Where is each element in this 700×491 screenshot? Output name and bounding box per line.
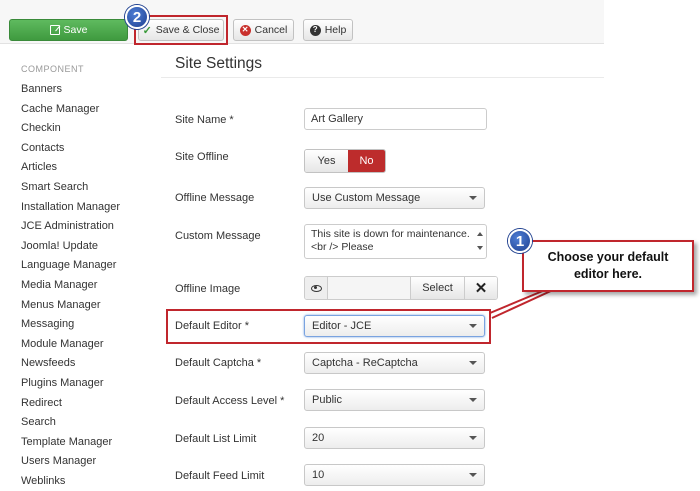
eye-icon [310, 284, 322, 292]
save-button[interactable]: Save [9, 19, 128, 41]
sidebar-menu: Banners Cache Manager Checkin Contacts A… [21, 80, 120, 491]
default-editor-highlight-box [166, 309, 491, 344]
step-2-badge: 2 [125, 5, 149, 29]
site-offline-toggle: Yes No [304, 149, 386, 173]
sidebar-item-menus-manager[interactable]: Menus Manager [21, 296, 120, 316]
help-icon: ? [309, 24, 321, 36]
title-divider [161, 77, 604, 78]
cancel-button-label: Cancel [254, 24, 288, 36]
default-feed-limit-label: Default Feed Limit [175, 470, 265, 482]
sidebar-item-users-manager[interactable]: Users Manager [21, 452, 120, 472]
sidebar-item-checkin[interactable]: Checkin [21, 119, 120, 139]
sidebar-item-plugins-manager[interactable]: Plugins Manager [21, 374, 120, 394]
cancel-icon: ✕ [239, 24, 251, 36]
step-1-badge: 1 [508, 229, 532, 253]
chevron-down-icon [469, 473, 477, 477]
sidebar-heading: COMPONENT [21, 64, 84, 74]
callout-box: Choose your default editor here. [522, 240, 694, 292]
textarea-scrollbar[interactable] [476, 227, 484, 257]
default-list-limit-value: 20 [312, 432, 325, 444]
sidebar-item-messaging[interactable]: Messaging [21, 315, 120, 335]
help-button-label: Help [324, 24, 347, 36]
site-name-label: Site Name * [175, 114, 234, 126]
offline-image-select-button[interactable]: Select [411, 277, 465, 299]
offline-message-value: Use Custom Message [312, 192, 421, 204]
scroll-up-icon[interactable] [477, 232, 483, 236]
offline-image-path [328, 277, 411, 299]
sidebar-item-template-manager[interactable]: Template Manager [21, 433, 120, 453]
preview-button[interactable] [305, 277, 328, 299]
sidebar-item-weblinks[interactable]: Weblinks [21, 472, 120, 491]
save-icon [49, 25, 60, 35]
sidebar-item-smart-search[interactable]: Smart Search [21, 178, 120, 198]
sidebar-item-cache-manager[interactable]: Cache Manager [21, 100, 120, 120]
sidebar-item-module-manager[interactable]: Module Manager [21, 335, 120, 355]
site-offline-label: Site Offline [175, 151, 229, 163]
scroll-down-icon[interactable] [477, 246, 483, 250]
sidebar-item-articles[interactable]: Articles [21, 158, 120, 178]
default-access-level-value: Public [312, 394, 342, 406]
site-offline-no-button[interactable]: No [348, 150, 385, 172]
chevron-down-icon [469, 196, 477, 200]
chevron-down-icon [469, 361, 477, 365]
offline-message-label: Offline Message [175, 192, 255, 204]
default-list-limit-select[interactable]: 20 [304, 427, 485, 449]
sidebar-item-jce-administration[interactable]: JCE Administration [21, 217, 120, 237]
sidebar-item-search[interactable]: Search [21, 413, 120, 433]
sidebar-item-contacts[interactable]: Contacts [21, 139, 120, 159]
default-feed-limit-value: 10 [312, 469, 325, 481]
sidebar-item-redirect[interactable]: Redirect [21, 394, 120, 414]
custom-message-value: This site is down for maintenance.<br />… [311, 228, 470, 253]
callout-text: Choose your default editor here. [547, 250, 669, 281]
save-button-label: Save [63, 24, 88, 36]
default-feed-limit-select[interactable]: 10 [304, 464, 485, 486]
site-name-input[interactable]: Art Gallery [304, 108, 487, 130]
custom-message-textarea[interactable]: This site is down for maintenance.<br />… [304, 224, 487, 259]
site-offline-yes-button[interactable]: Yes [305, 150, 348, 172]
sidebar-item-language-manager[interactable]: Language Manager [21, 256, 120, 276]
custom-message-label: Custom Message [175, 230, 261, 242]
sidebar-item-installation-manager[interactable]: Installation Manager [21, 198, 120, 218]
sidebar-item-newsfeeds[interactable]: Newsfeeds [21, 354, 120, 374]
default-captcha-value: Captcha - ReCaptcha [312, 357, 418, 369]
default-captcha-label: Default Captcha * [175, 357, 262, 369]
sidebar-item-banners[interactable]: Banners [21, 80, 120, 100]
default-access-level-select[interactable]: Public [304, 389, 485, 411]
default-access-level-label: Default Access Level * [175, 395, 285, 407]
offline-image-label: Offline Image [175, 283, 241, 295]
page-title: Site Settings [175, 55, 263, 72]
default-captcha-select[interactable]: Captcha - ReCaptcha [304, 352, 485, 374]
help-button[interactable]: ? Help [303, 19, 353, 41]
sidebar-item-media-manager[interactable]: Media Manager [21, 276, 120, 296]
offline-message-select[interactable]: Use Custom Message [304, 187, 485, 209]
chevron-down-icon [469, 436, 477, 440]
chevron-down-icon [469, 398, 477, 402]
cancel-button[interactable]: ✕ Cancel [233, 19, 294, 41]
default-list-limit-label: Default List Limit [175, 433, 257, 445]
sidebar-item-joomla-update[interactable]: Joomla! Update [21, 237, 120, 257]
close-icon[interactable]: ✕ [465, 277, 497, 299]
offline-image-field: Select ✕ [304, 276, 498, 300]
toolbar: Save ✓ Save & Close ✕ Cancel ? Help [0, 0, 604, 44]
